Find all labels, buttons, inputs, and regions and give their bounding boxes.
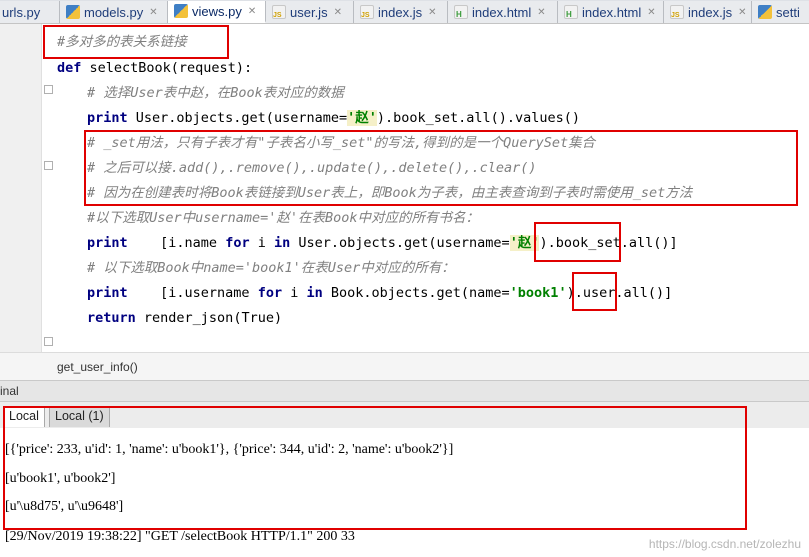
code-text: ).user.all()] bbox=[566, 285, 673, 301]
close-icon[interactable]: ✕ bbox=[248, 6, 256, 17]
tab-label: urls.py bbox=[2, 4, 41, 20]
code-text: [i.username bbox=[127, 285, 258, 301]
keyword-def: def bbox=[57, 60, 82, 76]
terminal-tab-label: Local (1) bbox=[55, 409, 104, 423]
comment-text: # 以下选取Book中name='book1'在表User中对应的所有： bbox=[87, 260, 455, 276]
tab-index-js[interactable]: index.js ✕ bbox=[354, 1, 448, 23]
string-literal: '赵' bbox=[509, 235, 540, 251]
terminal-panel-header: inal bbox=[0, 380, 809, 402]
keyword-in: in bbox=[273, 235, 291, 251]
function-signature: selectBook(request): bbox=[81, 60, 253, 76]
tab-models-py[interactable]: models.py ✕ bbox=[60, 1, 168, 23]
html-file-icon bbox=[564, 5, 578, 19]
code-text: ).book_set.all()] bbox=[539, 235, 678, 251]
keyword-for: for bbox=[225, 235, 250, 251]
comment-text: # 因为在创建表时将Book表链接到User表上，即Book为子表，由主表查询到… bbox=[87, 185, 693, 201]
js-file-icon bbox=[272, 5, 286, 19]
terminal-tab-local[interactable]: Local bbox=[3, 406, 45, 427]
tab-index-html-2[interactable]: index.html ✕ bbox=[558, 1, 664, 23]
comment-text: #多对多的表关系链接 bbox=[57, 34, 187, 50]
close-icon[interactable]: ✕ bbox=[647, 7, 655, 18]
code-text: User.objects.get(username= bbox=[127, 110, 348, 126]
tab-views-py[interactable]: views.py ✕ bbox=[168, 1, 266, 23]
string-literal: 'book1' bbox=[509, 285, 567, 301]
code-text: ).book_set.all().values() bbox=[376, 110, 581, 126]
close-icon[interactable]: ✕ bbox=[428, 7, 436, 18]
terminal-tab-local-1[interactable]: Local (1) bbox=[49, 406, 110, 427]
code-text: Book.objects.get(name= bbox=[322, 285, 510, 301]
comment-text: # 选择User表中赵，在Book表对应的数据 bbox=[87, 85, 344, 101]
code-line-8: #以下选取User中username='赵'在表Book中对应的所有书名： bbox=[87, 206, 479, 230]
terminal-tab-label: Local bbox=[9, 409, 39, 423]
keyword-in: in bbox=[306, 285, 323, 301]
fold-marker-icon[interactable] bbox=[44, 85, 53, 94]
keyword-print: print bbox=[87, 285, 128, 301]
editor-tab-bar: urls.py models.py ✕ views.py ✕ user.js ✕… bbox=[0, 0, 809, 24]
code-line-4: print User.objects.get(username='赵').boo… bbox=[87, 106, 580, 130]
code-line-9: print [i.name for i in User.objects.get(… bbox=[87, 231, 678, 255]
code-line-12: return render_json(True) bbox=[87, 306, 282, 330]
python-file-icon bbox=[174, 4, 188, 18]
terminal-line: [u'book1', u'book2'] bbox=[5, 471, 116, 486]
keyword-return: return bbox=[87, 310, 136, 326]
tab-label: models.py bbox=[84, 4, 144, 20]
tab-label: index.js bbox=[688, 4, 733, 20]
close-icon[interactable]: ✕ bbox=[334, 7, 342, 18]
code-line-11: print [i.username for i in Book.objects.… bbox=[87, 281, 672, 305]
code-line-2: def selectBook(request): bbox=[57, 56, 252, 80]
terminal-output[interactable]: [{'price': 233, u'id': 1, 'name': u'book… bbox=[0, 428, 809, 557]
keyword-print: print bbox=[87, 235, 128, 251]
terminal-line: [u'\u8d75', u'\u9648'] bbox=[5, 499, 124, 514]
code-line-3: # 选择User表中赵，在Book表对应的数据 bbox=[87, 81, 344, 105]
tab-user-js[interactable]: user.js ✕ bbox=[266, 1, 354, 23]
terminal-line: [{'price': 233, u'id': 1, 'name': u'book… bbox=[5, 442, 454, 457]
terminal-title: inal bbox=[0, 384, 19, 398]
close-icon[interactable]: ✕ bbox=[738, 7, 746, 18]
keyword-print: print bbox=[87, 110, 128, 126]
string-literal: '赵' bbox=[347, 110, 377, 126]
python-file-icon bbox=[66, 5, 80, 19]
close-icon[interactable]: ✕ bbox=[537, 7, 545, 18]
html-file-icon bbox=[454, 5, 468, 19]
close-icon[interactable]: ✕ bbox=[149, 7, 157, 18]
fold-marker-icon[interactable] bbox=[44, 161, 53, 170]
code-text: i bbox=[282, 285, 307, 301]
comment-text: # _set用法，只有子表才有"子表名小写_set"的写法,得到的是一个Quer… bbox=[87, 135, 596, 151]
code-line-1: #多对多的表关系链接 bbox=[57, 30, 187, 54]
watermark: https://blog.csdn.net/zolezhu bbox=[648, 537, 801, 551]
breadcrumb-function[interactable]: get_user_info() bbox=[57, 360, 138, 374]
terminal-line: [29/Nov/2019 19:38:22] "GET /selectBook … bbox=[5, 529, 355, 544]
tab-label: user.js bbox=[290, 4, 328, 20]
comment-text: #以下选取User中username='赵'在表Book中对应的所有书名： bbox=[87, 210, 480, 226]
code-line-5: # _set用法，只有子表才有"子表名小写_set"的写法,得到的是一个Quer… bbox=[87, 131, 595, 155]
tab-label: setti bbox=[776, 4, 800, 20]
code-text: [i.name bbox=[127, 235, 226, 251]
code-line-10: # 以下选取Book中name='book1'在表User中对应的所有： bbox=[87, 256, 455, 280]
tab-label: index.html bbox=[472, 4, 532, 20]
code-text: User.objects.get(username= bbox=[290, 235, 510, 251]
tab-index-html[interactable]: index.html ✕ bbox=[448, 1, 558, 23]
js-file-icon bbox=[670, 5, 684, 19]
tab-index-js-2[interactable]: index.js ✕ bbox=[664, 1, 752, 23]
tab-label: index.html bbox=[582, 4, 642, 20]
code-text: render_json(True) bbox=[135, 310, 283, 326]
tab-label: index.js bbox=[378, 4, 423, 20]
keyword-for: for bbox=[257, 285, 283, 301]
editor-gutter bbox=[0, 24, 53, 352]
code-text: i bbox=[249, 235, 274, 251]
tab-urls-py[interactable]: urls.py bbox=[0, 1, 60, 23]
tab-settings-py[interactable]: setti bbox=[752, 1, 809, 23]
comment-text: # 之后可以接.add(),.remove(),.update(),.delet… bbox=[87, 160, 537, 176]
code-editor[interactable]: #多对多的表关系链接 def selectBook(request): # 选择… bbox=[0, 24, 809, 352]
js-file-icon bbox=[360, 5, 374, 19]
python-file-icon bbox=[758, 5, 772, 19]
code-line-7: # 因为在创建表时将Book表链接到User表上，即Book为子表，由主表查询到… bbox=[87, 181, 692, 205]
breadcrumb[interactable]: get_user_info() bbox=[0, 352, 809, 380]
tab-label: views.py bbox=[192, 3, 242, 19]
code-line-6: # 之后可以接.add(),.remove(),.update(),.delet… bbox=[87, 156, 537, 180]
fold-marker-icon[interactable] bbox=[44, 337, 53, 346]
terminal-tab-bar: Local Local (1) bbox=[0, 402, 809, 428]
